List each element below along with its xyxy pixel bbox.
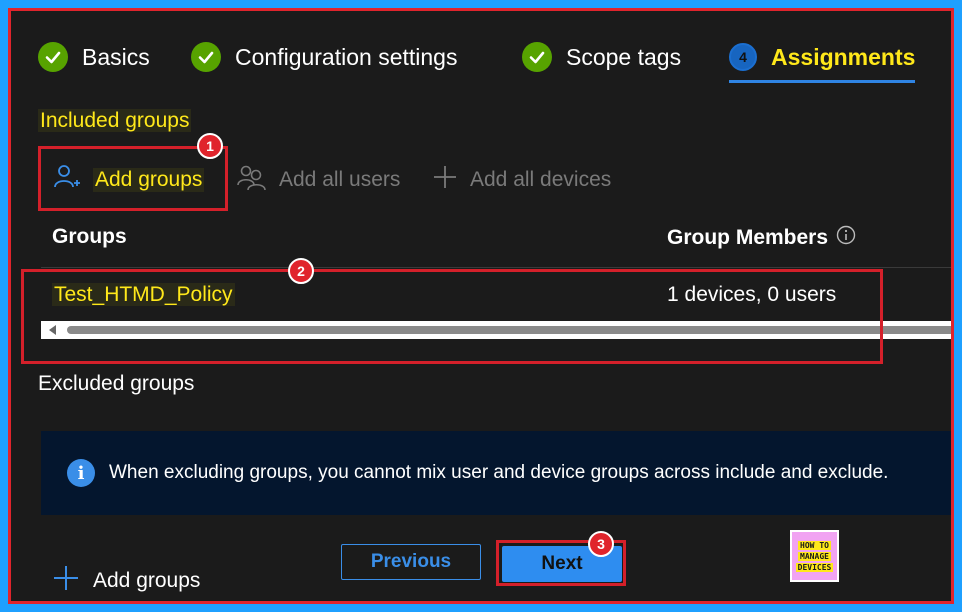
- plus-icon: [432, 164, 458, 196]
- logo-line: HOW TO: [798, 540, 831, 550]
- column-header-groups[interactable]: Groups: [52, 225, 127, 249]
- info-icon: i: [67, 459, 95, 487]
- plus-icon: [53, 565, 79, 597]
- checkmark-icon: [191, 42, 221, 72]
- step-label: Assignments: [771, 43, 916, 70]
- htmd-logo: HOW TO MANAGE DEVICES: [790, 530, 839, 582]
- column-header-group-members[interactable]: Group Members: [667, 225, 856, 251]
- checkmark-icon: [522, 42, 552, 72]
- step-label: Configuration settings: [235, 43, 458, 70]
- add-all-devices-label: Add all devices: [470, 168, 612, 191]
- active-step-underline: [729, 80, 915, 83]
- users-icon: [237, 163, 267, 197]
- excluded-groups-heading: Excluded groups: [38, 372, 195, 395]
- annotation-box-1: [38, 146, 228, 211]
- add-excluded-groups-button[interactable]: Add groups: [53, 566, 200, 596]
- step-basics[interactable]: Basics: [38, 37, 150, 77]
- info-message-text: When excluding groups, you cannot mix us…: [109, 462, 889, 483]
- table-divider: [41, 267, 951, 268]
- step-assignments[interactable]: 4 Assignments: [729, 37, 915, 77]
- step-scope-tags[interactable]: Scope tags: [522, 37, 681, 77]
- add-all-devices-button[interactable]: Add all devices: [432, 163, 611, 197]
- add-all-users-label: Add all users: [279, 168, 401, 191]
- annotation-badge-2: 2: [288, 258, 314, 284]
- annotation-badge-3: 3: [588, 531, 614, 557]
- included-groups-heading: Included groups: [38, 109, 192, 132]
- previous-button[interactable]: Previous: [341, 544, 481, 580]
- checkmark-icon: [38, 42, 68, 72]
- column-header-label: Group Members: [667, 226, 829, 249]
- assignments-panel: Basics Configuration settings Scope tags…: [8, 8, 954, 604]
- logo-line: DEVICES: [795, 562, 834, 572]
- step-number: 4: [729, 43, 757, 71]
- add-all-users-button[interactable]: Add all users: [237, 163, 400, 197]
- info-message-bar: i When excluding groups, you cannot mix …: [41, 431, 951, 515]
- step-label: Scope tags: [566, 43, 682, 70]
- annotation-box-2: [21, 269, 883, 364]
- step-label: Basics: [82, 43, 150, 70]
- info-circle-icon[interactable]: [836, 225, 856, 251]
- annotation-badge-1: 1: [197, 133, 223, 159]
- add-groups-label: Add groups: [93, 569, 201, 592]
- step-configuration-settings[interactable]: Configuration settings: [191, 37, 457, 77]
- logo-line: MANAGE: [798, 551, 831, 561]
